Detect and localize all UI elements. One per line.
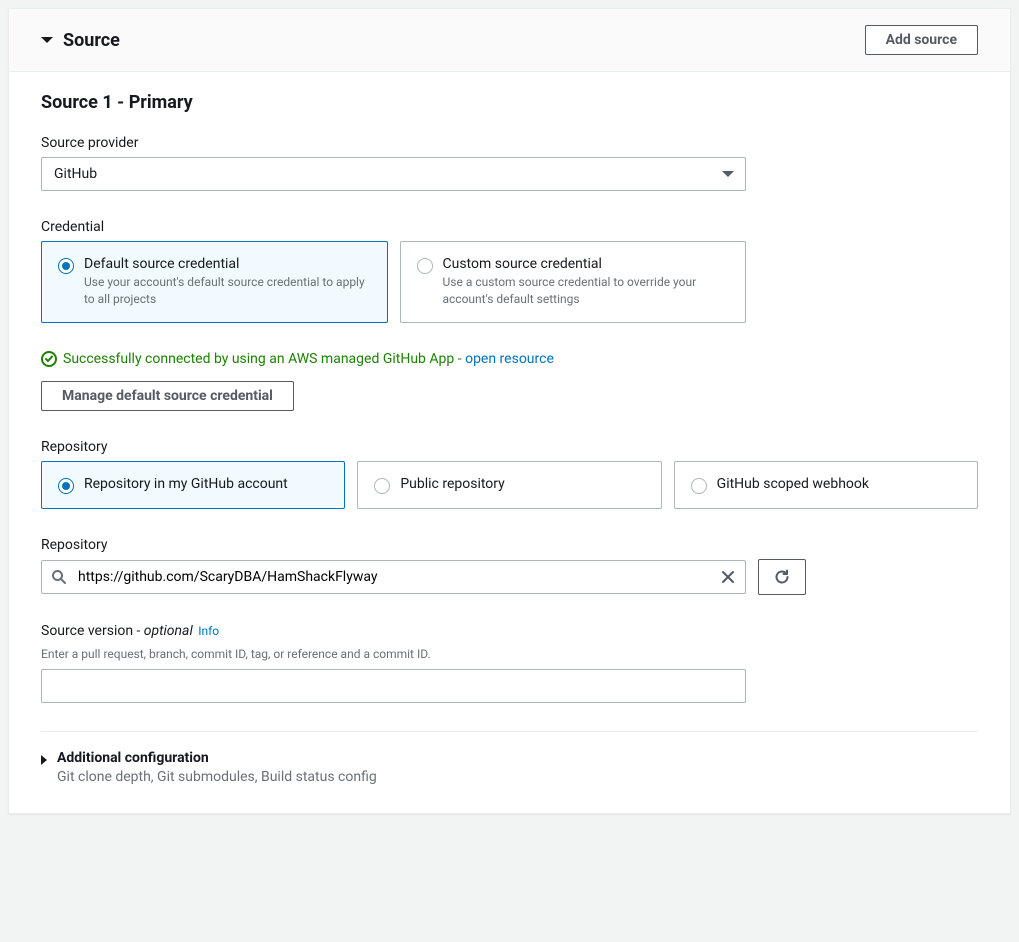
repo-url-input[interactable] — [41, 560, 746, 594]
repo-type-label: Repository — [41, 439, 978, 455]
panel-header: Source Add source — [9, 9, 1010, 72]
success-separator: - — [454, 351, 465, 367]
radio-content: Default source credential Use your accou… — [84, 256, 371, 308]
radio-icon — [417, 258, 433, 274]
provider-select-wrapper: GitHub — [41, 157, 746, 191]
radio-icon — [58, 478, 74, 494]
credential-group: Credential Default source credential Use… — [41, 219, 978, 323]
panel-title: Source — [63, 30, 120, 51]
additional-config-title: Additional configuration — [57, 750, 978, 766]
provider-label: Source provider — [41, 135, 978, 151]
repo-webhook-card[interactable]: GitHub scoped webhook — [674, 461, 978, 509]
version-hint: Enter a pull request, branch, commit ID,… — [41, 645, 978, 663]
repo-mine-label: Repository in my GitHub account — [84, 476, 328, 492]
repo-type-group: Repository Repository in my GitHub accou… — [41, 439, 978, 509]
open-resource-link[interactable]: open resource — [465, 351, 554, 367]
credential-label: Credential — [41, 219, 978, 235]
repo-public-card[interactable]: Public repository — [357, 461, 661, 509]
radio-icon — [374, 478, 390, 494]
success-check-icon — [41, 351, 57, 367]
radio-content: Public repository — [400, 476, 644, 494]
divider — [41, 731, 978, 732]
expandable-content: Additional configuration Git clone depth… — [57, 750, 978, 785]
radio-content: GitHub scoped webhook — [717, 476, 961, 494]
source-panel: Source Add source Source 1 - Primary Sou… — [8, 8, 1011, 814]
panel-header-left[interactable]: Source — [41, 30, 120, 51]
success-message-line: Successfully connected by using an AWS m… — [63, 351, 554, 367]
credential-default-desc: Use your account's default source creden… — [84, 274, 371, 308]
repo-mine-card[interactable]: Repository in my GitHub account — [41, 461, 345, 509]
credential-radio-group: Default source credential Use your accou… — [41, 241, 746, 323]
expand-icon — [41, 755, 47, 765]
version-label-text: Source version — [41, 623, 133, 639]
repo-webhook-label: GitHub scoped webhook — [717, 476, 961, 492]
success-message: Successfully connected by using an AWS m… — [63, 351, 454, 367]
collapse-icon — [41, 37, 53, 43]
version-optional: - optional — [133, 623, 193, 639]
repo-url-label: Repository — [41, 537, 978, 553]
additional-config-section[interactable]: Additional configuration Git clone depth… — [41, 750, 978, 785]
radio-content: Custom source credential Use a custom so… — [443, 256, 730, 308]
credential-custom-desc: Use a custom source credential to overri… — [443, 274, 730, 308]
repo-input-wrapper — [41, 560, 746, 594]
radio-icon — [58, 258, 74, 274]
panel-body: Source 1 - Primary Source provider GitHu… — [9, 72, 1010, 813]
version-info-link[interactable]: Info — [198, 624, 219, 638]
refresh-icon — [774, 569, 790, 585]
version-group: Source version - optional Info Enter a p… — [41, 623, 978, 703]
refresh-button[interactable] — [758, 559, 806, 595]
radio-icon — [691, 478, 707, 494]
manage-credential-button[interactable]: Manage default source credential — [41, 381, 294, 411]
repo-url-group: Repository — [41, 537, 978, 595]
credential-default-card[interactable]: Default source credential Use your accou… — [41, 241, 388, 323]
radio-content: Repository in my GitHub account — [84, 476, 328, 494]
connection-status: Successfully connected by using an AWS m… — [41, 351, 978, 367]
version-label: Source version - optional Info — [41, 623, 978, 639]
additional-config-desc: Git clone depth, Git submodules, Build s… — [57, 769, 978, 785]
clear-icon[interactable] — [720, 569, 736, 585]
credential-custom-card[interactable]: Custom source credential Use a custom so… — [400, 241, 747, 323]
repo-type-radio-group: Repository in my GitHub account Public r… — [41, 461, 978, 509]
manage-credential-group: Manage default source credential — [41, 381, 978, 411]
repo-input-row — [41, 559, 978, 595]
add-source-button[interactable]: Add source — [865, 25, 978, 55]
provider-group: Source provider GitHub — [41, 135, 978, 191]
credential-default-label: Default source credential — [84, 256, 371, 272]
provider-select[interactable]: GitHub — [41, 157, 746, 191]
repo-public-label: Public repository — [400, 476, 644, 492]
credential-custom-label: Custom source credential — [443, 256, 730, 272]
version-input[interactable] — [41, 669, 746, 703]
source-1-title: Source 1 - Primary — [41, 92, 978, 113]
